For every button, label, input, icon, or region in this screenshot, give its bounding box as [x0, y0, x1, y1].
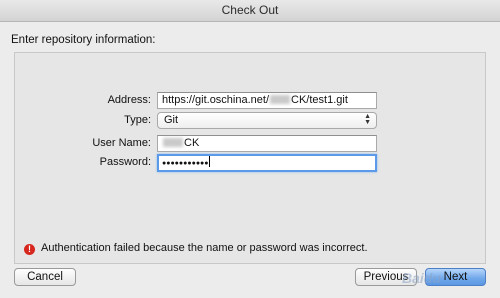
username-row: User Name: CK	[0, 135, 500, 152]
select-arrows-icon: ▲ ▼	[364, 113, 371, 126]
error-message: Authentication failed because the name o…	[41, 242, 368, 254]
type-value: Git	[164, 114, 179, 126]
type-select[interactable]: Git ▲ ▼	[157, 112, 377, 129]
cancel-button[interactable]: Cancel	[14, 268, 76, 286]
type-row: Type: Git ▲ ▼	[0, 112, 500, 129]
password-input[interactable]: ●●●●●●●●●●●	[157, 154, 377, 172]
address-row: Address: https://git.oschina.net/CK/test…	[0, 92, 500, 109]
alert-icon: !	[24, 244, 35, 255]
text-cursor	[208, 156, 210, 167]
watermark-text: Baidu	[402, 270, 441, 286]
redacted-text	[270, 95, 291, 104]
error-message-row: ! Authentication failed because the name …	[24, 242, 368, 255]
password-label: Password:	[99, 156, 151, 168]
redacted-text	[163, 138, 183, 147]
username-label: User Name:	[92, 137, 151, 149]
password-row: Password: ●●●●●●●●●●●	[0, 154, 500, 172]
address-suffix: CK/test1.git	[291, 94, 348, 106]
username-suffix: CK	[184, 137, 200, 149]
address-input[interactable]: https://git.oschina.net/CK/test1.git	[157, 92, 377, 109]
section-heading: Enter repository information:	[11, 34, 156, 46]
window-title: Check Out	[221, 3, 279, 17]
type-label: Type:	[124, 114, 151, 126]
watermark-logo: Baidu	[402, 270, 494, 296]
window-titlebar: Check Out	[0, 0, 500, 22]
address-label: Address:	[107, 94, 151, 106]
address-prefix: https://git.oschina.net/	[162, 94, 270, 106]
username-input[interactable]: CK	[157, 135, 377, 152]
password-mask: ●●●●●●●●●●●	[162, 160, 209, 167]
